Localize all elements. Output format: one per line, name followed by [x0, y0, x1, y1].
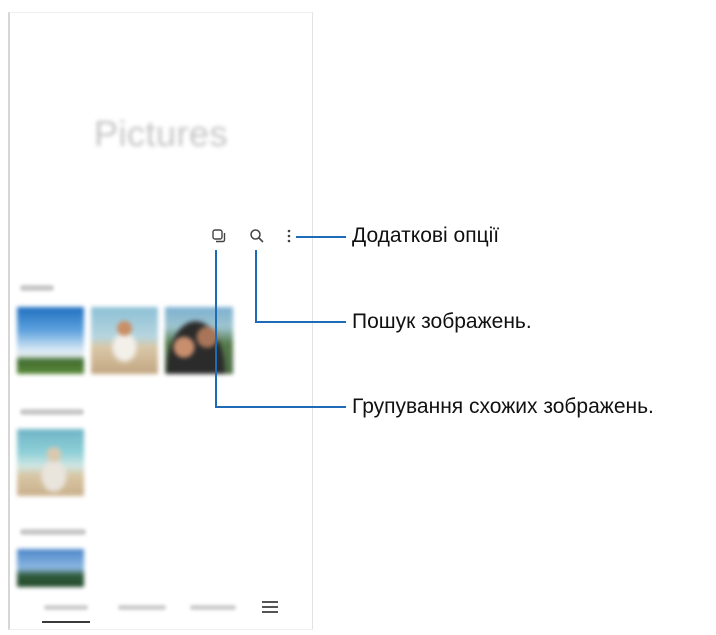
callout-group-similar: Групування схожих зображень.: [352, 395, 654, 418]
callout-more-options: Додаткові опції: [352, 224, 500, 247]
callout-search: Пошук зображень.: [352, 310, 532, 333]
